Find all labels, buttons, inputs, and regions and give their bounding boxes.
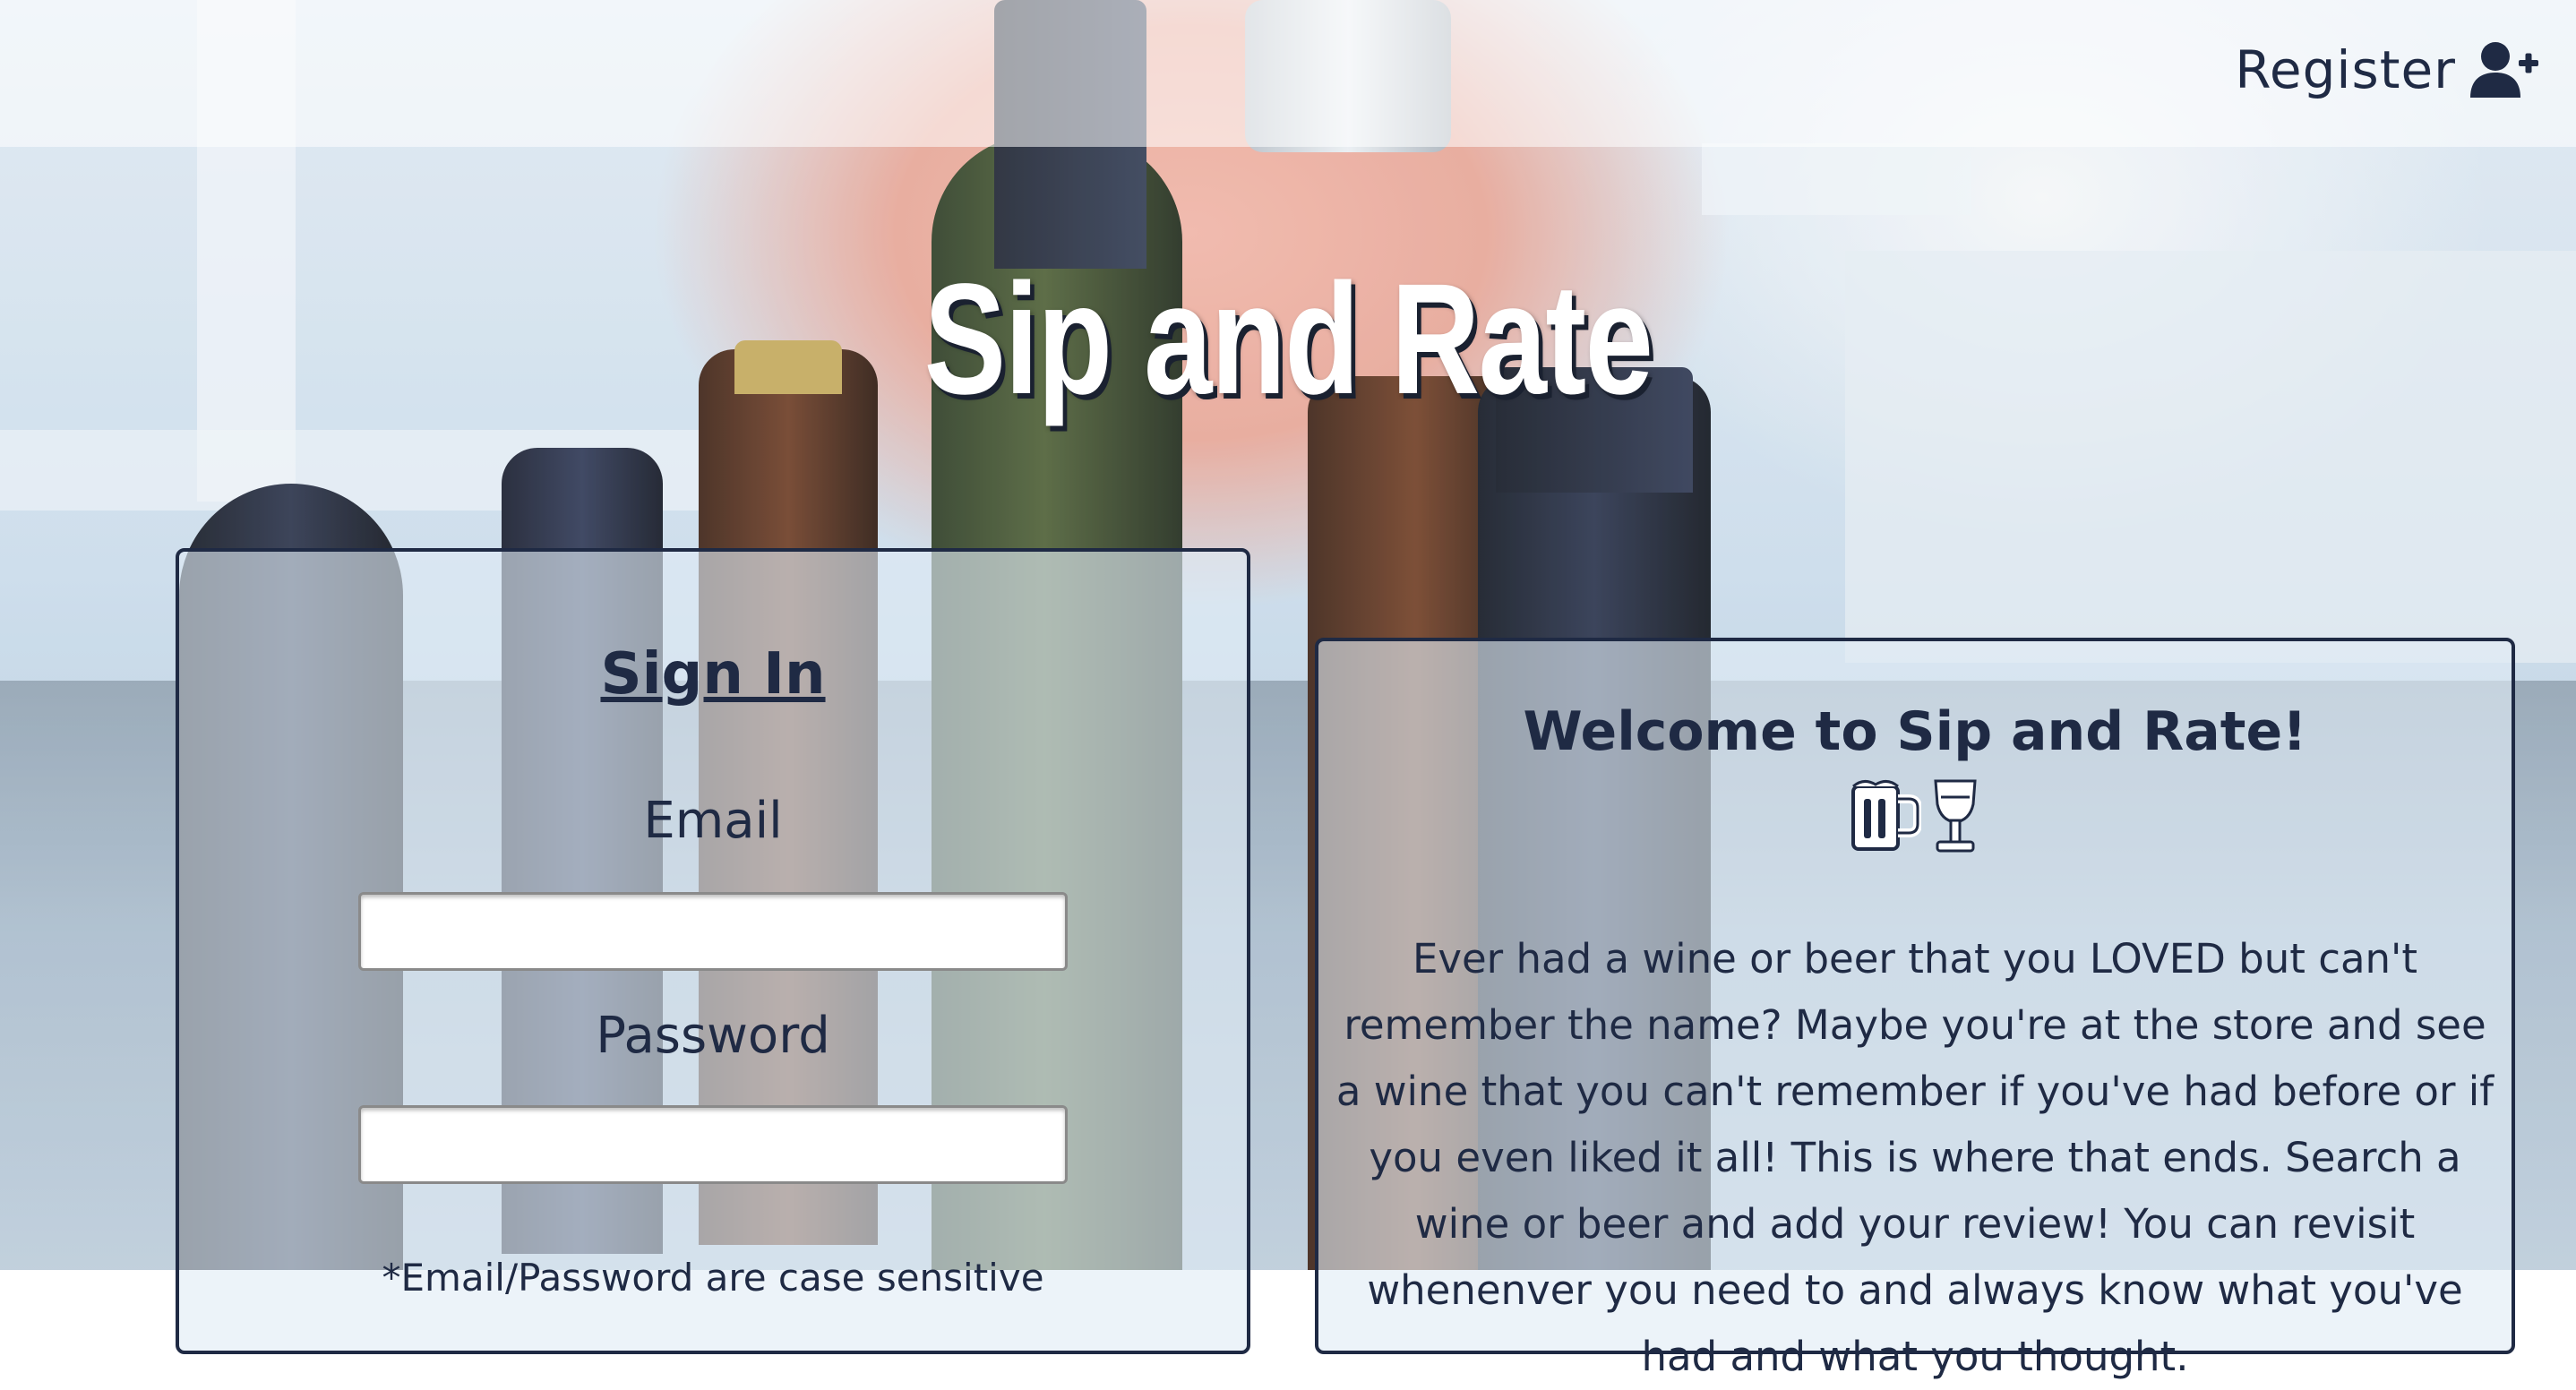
welcome-description: Ever had a wine or beer that you LOVED b… <box>1335 935 2494 1380</box>
welcome-panel: Welcome to Sip and Rate! Ever had a wine… <box>1315 638 2515 1380</box>
email-label: Email <box>643 792 783 850</box>
wine-glass-icon <box>1930 777 1980 853</box>
email-input[interactable] <box>358 892 1068 971</box>
password-input[interactable] <box>358 1105 1068 1184</box>
top-nav-bar: Register <box>0 0 2576 147</box>
site-title: Sip and Rate <box>923 252 1653 427</box>
register-link[interactable]: Register <box>2235 39 2540 100</box>
beer-mug-icon <box>1850 777 1921 853</box>
signin-panel: Sign In Email Password *Email/Password a… <box>176 548 1250 1354</box>
user-plus-icon <box>2469 40 2540 99</box>
drink-icons <box>1318 777 2512 853</box>
case-sensitive-note: *Email/Password are case sensitive <box>382 1256 1044 1300</box>
welcome-heading: Welcome to Sip and Rate! <box>1523 700 2307 763</box>
signin-heading: Sign In <box>600 641 826 708</box>
register-label: Register <box>2235 39 2456 100</box>
password-label: Password <box>596 1007 830 1065</box>
